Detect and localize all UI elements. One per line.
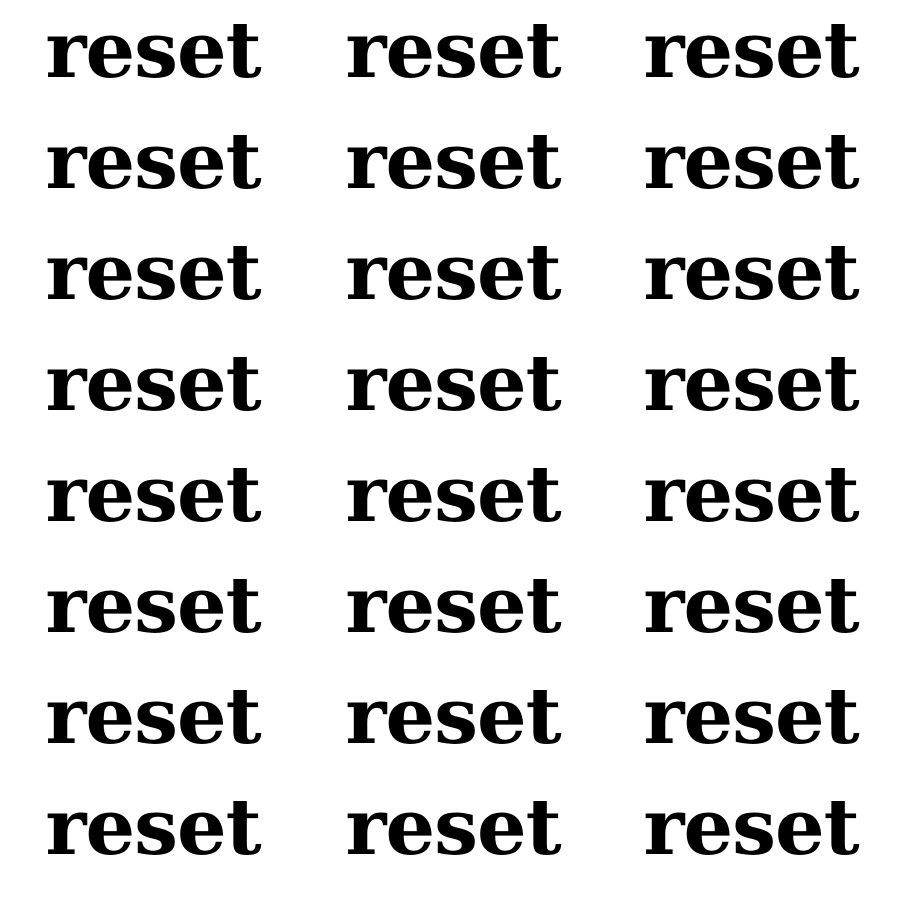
reset-word: reset: [643, 449, 859, 540]
reset-word: reset: [345, 116, 561, 207]
reset-word: reset: [345, 782, 561, 873]
reset-word: reset: [45, 449, 261, 540]
reset-word: reset: [345, 5, 561, 96]
reset-word: reset: [45, 782, 261, 873]
reset-word: reset: [45, 338, 261, 429]
reset-word: reset: [45, 227, 261, 318]
reset-word: reset: [643, 671, 859, 762]
reset-word: reset: [643, 560, 859, 651]
word-grid: reset reset reset reset reset reset rese…: [0, 0, 900, 900]
reset-word: reset: [45, 116, 261, 207]
reset-word: reset: [643, 227, 859, 318]
reset-word: reset: [345, 449, 561, 540]
reset-word: reset: [345, 560, 561, 651]
reset-word: reset: [643, 116, 859, 207]
reset-word: reset: [643, 5, 859, 96]
reset-word: reset: [345, 227, 561, 318]
reset-word: reset: [45, 671, 261, 762]
reset-word: reset: [45, 560, 261, 651]
reset-word: reset: [345, 671, 561, 762]
reset-word: reset: [643, 338, 859, 429]
reset-word: reset: [643, 782, 859, 873]
reset-word: reset: [345, 338, 561, 429]
reset-word: reset: [45, 5, 261, 96]
